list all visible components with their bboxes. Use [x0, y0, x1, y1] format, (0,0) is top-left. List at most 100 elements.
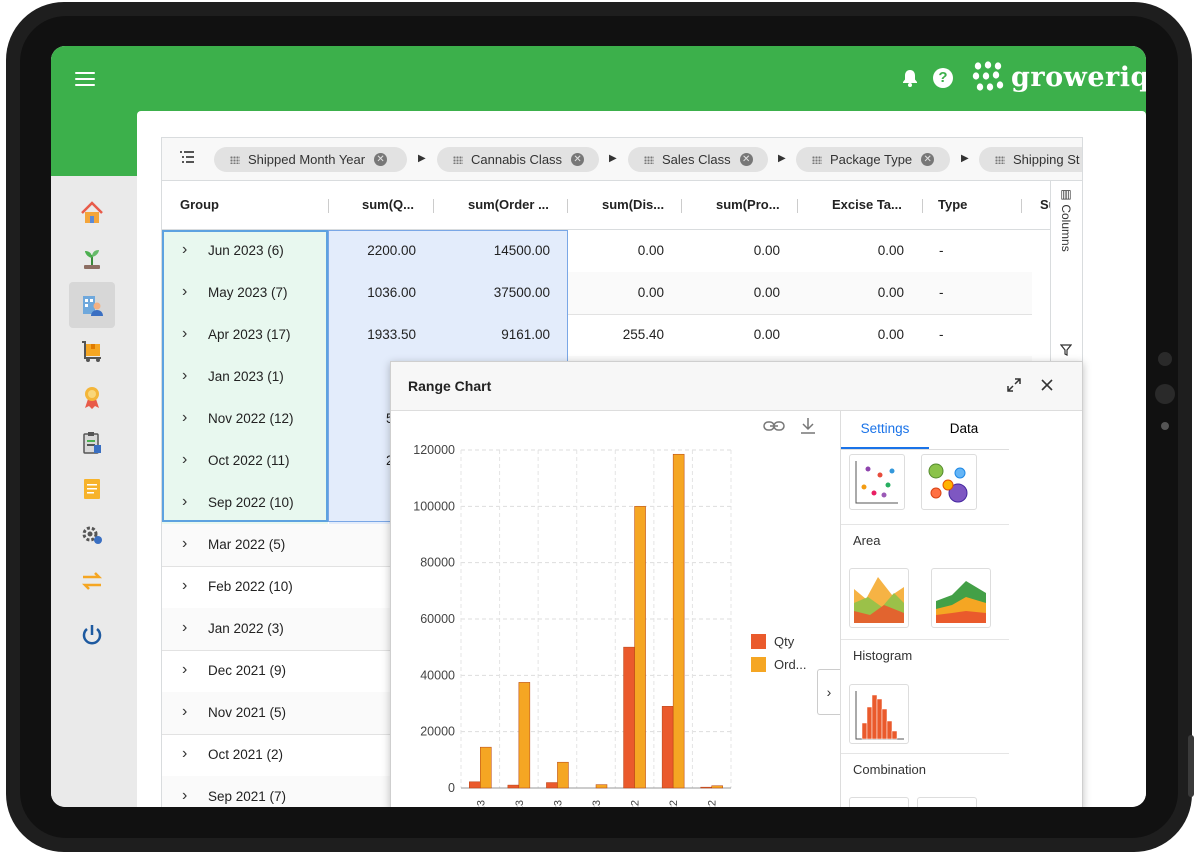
- nav-orders[interactable]: [69, 328, 115, 374]
- drag-handle-icon[interactable]: [644, 155, 654, 164]
- cell-order[interactable]: 9161.00: [442, 314, 550, 356]
- nav-plants[interactable]: [69, 236, 115, 282]
- chevron-right-icon[interactable]: ›: [182, 692, 187, 732]
- group-chip[interactable]: Shipping St: [979, 147, 1082, 172]
- col-header-su[interactable]: Su: [1040, 181, 1050, 229]
- chevron-right-icon[interactable]: ›: [182, 776, 187, 807]
- group-chip[interactable]: Shipped Month Year ✕: [214, 147, 407, 172]
- chevron-right-icon[interactable]: ›: [182, 734, 187, 774]
- col-header-type[interactable]: Type: [938, 181, 978, 229]
- section-histogram[interactable]: Histogram: [841, 639, 1009, 671]
- cell-excise[interactable]: 0.00: [802, 230, 904, 272]
- nav-settings[interactable]: [69, 512, 115, 558]
- bell-icon[interactable]: [901, 68, 919, 93]
- chevron-right-icon[interactable]: ›: [182, 272, 187, 312]
- nav-awards[interactable]: [69, 374, 115, 420]
- tab-data[interactable]: Data: [929, 411, 999, 447]
- group-cell[interactable]: › Oct 2022 (11): [162, 440, 328, 482]
- chevron-right-icon[interactable]: ›: [182, 356, 187, 396]
- nav-employees[interactable]: [69, 282, 115, 328]
- bubble-chart-thumb[interactable]: [921, 454, 977, 510]
- col-header-group[interactable]: Group: [180, 181, 320, 229]
- cell-discount[interactable]: 0.00: [572, 230, 664, 272]
- col-header-pro[interactable]: sum(Pro...: [716, 181, 786, 229]
- columns-tool-button[interactable]: ▥ Columns: [1059, 187, 1073, 252]
- drag-handle-icon[interactable]: [995, 155, 1005, 164]
- col-separator[interactable]: [328, 199, 329, 213]
- drag-handle-icon[interactable]: [453, 155, 463, 164]
- col-separator[interactable]: [922, 199, 923, 213]
- col-header-order[interactable]: sum(Order ...: [468, 181, 558, 229]
- cell-qty[interactable]: 2200.00: [332, 230, 416, 272]
- cell-discount[interactable]: 0.00: [572, 272, 664, 314]
- chevron-right-icon[interactable]: ›: [182, 566, 187, 606]
- table-row[interactable]: › Apr 2023 (17) 1933.50 9161.00 255.40 0.00 0.…: [162, 314, 1032, 357]
- col-separator[interactable]: [797, 199, 798, 213]
- cell-pro[interactable]: 0.00: [687, 230, 780, 272]
- nav-transfer[interactable]: [69, 558, 115, 604]
- group-cell[interactable]: › Sep 2022 (10): [162, 482, 328, 524]
- cell-pro[interactable]: 0.00: [687, 272, 780, 314]
- cell-type[interactable]: -: [939, 314, 969, 356]
- group-chip[interactable]: Package Type ✕: [796, 147, 950, 172]
- nav-logout[interactable]: [69, 612, 115, 658]
- drag-handle-icon[interactable]: [812, 155, 822, 164]
- scatter-chart-thumb[interactable]: [849, 454, 905, 510]
- chevron-right-icon[interactable]: ›: [182, 314, 187, 354]
- group-cell[interactable]: › Jan 2023 (1): [162, 356, 328, 398]
- col-separator[interactable]: [681, 199, 682, 213]
- remove-icon[interactable]: ✕: [739, 153, 753, 166]
- col-separator[interactable]: [567, 199, 568, 213]
- area-chart-thumb[interactable]: [849, 568, 909, 628]
- col-separator[interactable]: [433, 199, 434, 213]
- cell-qty[interactable]: 1036.00: [332, 272, 416, 314]
- remove-icon[interactable]: ✕: [374, 153, 388, 166]
- drag-handle-icon[interactable]: [230, 155, 240, 164]
- cell-excise[interactable]: 0.00: [802, 272, 904, 314]
- chevron-right-icon[interactable]: ›: [182, 482, 187, 522]
- group-cell[interactable]: › Nov 2022 (12): [162, 398, 328, 440]
- col-header-excise[interactable]: Excise Ta...: [832, 181, 902, 229]
- group-cell[interactable]: › Apr 2023 (17): [162, 314, 328, 356]
- combination-chart-thumb[interactable]: [849, 797, 909, 807]
- bar-chart[interactable]: 0 20000 40000 60000 80000 100000 120000 ...23..…: [391, 411, 831, 807]
- chevron-right-icon[interactable]: ›: [182, 608, 187, 648]
- col-header-qty[interactable]: sum(Q...: [362, 181, 422, 229]
- tab-settings[interactable]: Settings: [841, 411, 929, 449]
- stacked-area-thumb[interactable]: [931, 568, 991, 628]
- cell-type[interactable]: -: [939, 272, 969, 314]
- group-cell[interactable]: › Jun 2023 (6): [162, 230, 328, 272]
- col-separator[interactable]: [1021, 199, 1022, 213]
- group-chip[interactable]: Sales Class ✕: [628, 147, 768, 172]
- cell-excise[interactable]: 0.00: [802, 314, 904, 356]
- col-header-dis[interactable]: sum(Dis...: [602, 181, 672, 229]
- remove-icon[interactable]: ✕: [571, 153, 585, 166]
- remove-icon[interactable]: ✕: [921, 153, 935, 166]
- section-combination[interactable]: Combination: [841, 753, 1009, 785]
- group-cell[interactable]: › May 2023 (7): [162, 272, 328, 314]
- chevron-right-icon[interactable]: ›: [182, 440, 187, 480]
- group-chip[interactable]: Cannabis Class ✕: [437, 147, 599, 172]
- chevron-right-icon[interactable]: ›: [182, 230, 187, 270]
- cell-discount[interactable]: 255.40: [572, 314, 664, 356]
- nav-reports[interactable]: [69, 420, 115, 466]
- close-icon[interactable]: [1036, 374, 1058, 396]
- table-row[interactable]: › May 2023 (7) 1036.00 37500.00 0.00 0.00 0.00…: [162, 272, 1032, 315]
- cell-order[interactable]: 37500.00: [442, 272, 550, 314]
- section-area[interactable]: Area: [841, 524, 1009, 556]
- group-cell[interactable]: › Oct 2021 (2): [162, 734, 328, 776]
- expand-panel-button[interactable]: ›: [817, 669, 840, 715]
- nav-home[interactable]: [69, 190, 115, 236]
- chevron-right-icon[interactable]: ›: [182, 650, 187, 690]
- chart-window-header[interactable]: Range Chart: [391, 362, 1082, 411]
- help-icon[interactable]: ?: [933, 68, 953, 88]
- maximize-icon[interactable]: [1003, 374, 1025, 396]
- nav-documents[interactable]: [69, 466, 115, 512]
- logo[interactable]: groweriq: [971, 60, 1146, 94]
- menu-icon[interactable]: [75, 72, 95, 90]
- group-cell[interactable]: › Jan 2022 (3): [162, 608, 328, 650]
- cell-type[interactable]: -: [939, 230, 969, 272]
- histogram-thumb[interactable]: [849, 684, 909, 744]
- cell-order[interactable]: 14500.00: [442, 230, 550, 272]
- group-cell[interactable]: › Dec 2021 (9): [162, 650, 328, 692]
